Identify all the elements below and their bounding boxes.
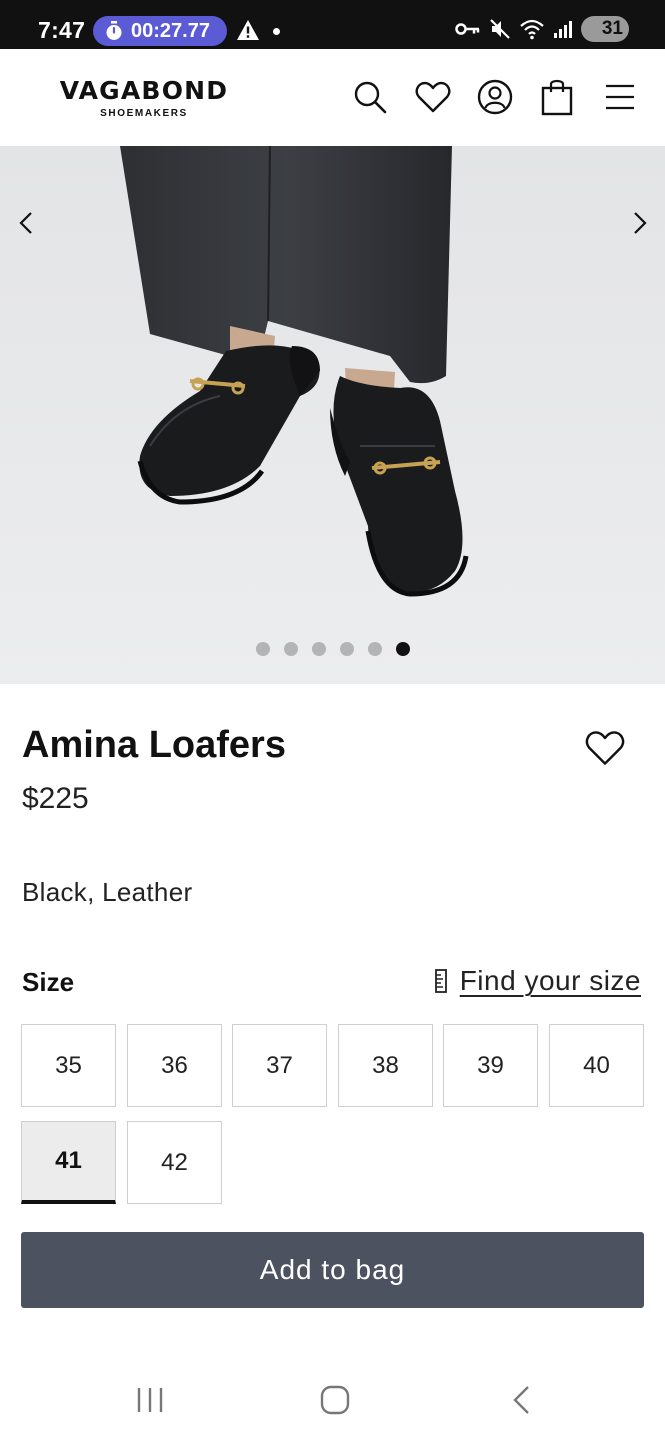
- product-wishlist-button[interactable]: [585, 730, 627, 770]
- search-icon: [354, 81, 387, 114]
- gallery-prev-button[interactable]: [14, 210, 40, 236]
- warning-icon: [237, 20, 259, 40]
- wishlist-button[interactable]: [413, 77, 453, 117]
- chevron-left-icon: [19, 212, 32, 234]
- gallery-dot[interactable]: [312, 642, 326, 656]
- mute-icon: [490, 19, 510, 39]
- recent-apps-button[interactable]: [128, 1382, 172, 1418]
- account-button[interactable]: [475, 77, 515, 117]
- status-time: 7:47: [38, 17, 86, 43]
- size-option-36[interactable]: 36: [127, 1024, 222, 1107]
- system-navigation-bar: [0, 1360, 665, 1440]
- find-your-size-link[interactable]: Find your size: [434, 965, 641, 997]
- status-bar: 7:47 00:27.77 31: [0, 0, 665, 49]
- size-option-37[interactable]: 37: [232, 1024, 327, 1107]
- product-photo: [0, 146, 665, 684]
- gallery-dot[interactable]: [368, 642, 382, 656]
- size-option-39[interactable]: 39: [443, 1024, 538, 1107]
- heart-icon: [415, 81, 451, 113]
- bag-button[interactable]: [537, 77, 577, 117]
- product-image-gallery[interactable]: [0, 146, 665, 684]
- size-option-40[interactable]: 40: [549, 1024, 644, 1107]
- gallery-dot[interactable]: [396, 642, 410, 656]
- back-icon: [513, 1386, 529, 1414]
- menu-icon: [606, 84, 634, 110]
- status-icons: 31: [455, 16, 629, 42]
- size-option-label: 38: [372, 1051, 399, 1079]
- recent-apps-icon: [137, 1388, 163, 1412]
- add-to-bag-button[interactable]: Add to bag: [21, 1232, 644, 1308]
- add-to-bag-label: Add to bag: [259, 1254, 406, 1285]
- timer-text: 00:27.77: [131, 19, 210, 42]
- product-color: Black, Leather: [22, 877, 193, 907]
- brand-logo[interactable]: VAGABOND SHOEMAKERS: [27, 78, 261, 119]
- size-option-label: 41: [55, 1147, 82, 1174]
- home-button[interactable]: [313, 1382, 357, 1418]
- search-button[interactable]: [350, 77, 390, 117]
- site-header: VAGABOND SHOEMAKERS: [0, 49, 665, 146]
- back-button[interactable]: [500, 1382, 544, 1418]
- battery-indicator: 31: [581, 16, 629, 42]
- chevron-right-icon: [634, 212, 647, 234]
- size-option-35[interactable]: 35: [21, 1024, 116, 1107]
- size-option-label: 40: [583, 1051, 610, 1079]
- size-option-label: 35: [55, 1051, 82, 1079]
- size-label: Size: [22, 967, 75, 997]
- ruler-icon: [434, 969, 447, 993]
- gallery-next-button[interactable]: [626, 210, 652, 236]
- size-option-38[interactable]: 38: [338, 1024, 433, 1107]
- gallery-dot[interactable]: [256, 642, 270, 656]
- battery-level: 31: [601, 18, 623, 39]
- size-option-label: 36: [161, 1051, 188, 1079]
- home-icon: [320, 1385, 350, 1415]
- wifi-icon: [520, 19, 544, 40]
- size-option-label: 37: [266, 1051, 293, 1079]
- timer-pill[interactable]: 00:27.77: [93, 16, 227, 46]
- gallery-pagination: [256, 642, 410, 656]
- notification-dot: [273, 28, 280, 35]
- brand-name: VAGABOND: [59, 76, 229, 105]
- gallery-dot[interactable]: [284, 642, 298, 656]
- find-your-size-text: Find your size: [459, 965, 641, 996]
- heart-icon: [585, 731, 625, 765]
- product-price: $225: [22, 782, 89, 815]
- bag-icon: [541, 79, 573, 116]
- brand-subtitle: SHOEMAKERS: [100, 108, 188, 119]
- product-title: Amina Loafers: [22, 724, 286, 766]
- menu-button[interactable]: [600, 77, 640, 117]
- gallery-dot[interactable]: [340, 642, 354, 656]
- signal-icon: [554, 21, 572, 38]
- size-option-41[interactable]: 41: [21, 1121, 116, 1204]
- stopwatch-icon: [106, 21, 122, 40]
- vpn-key-icon: [455, 23, 480, 35]
- size-option-label: 39: [477, 1051, 504, 1079]
- account-icon: [477, 79, 513, 115]
- size-option-label: 42: [161, 1148, 188, 1176]
- size-option-42[interactable]: 42: [127, 1121, 222, 1204]
